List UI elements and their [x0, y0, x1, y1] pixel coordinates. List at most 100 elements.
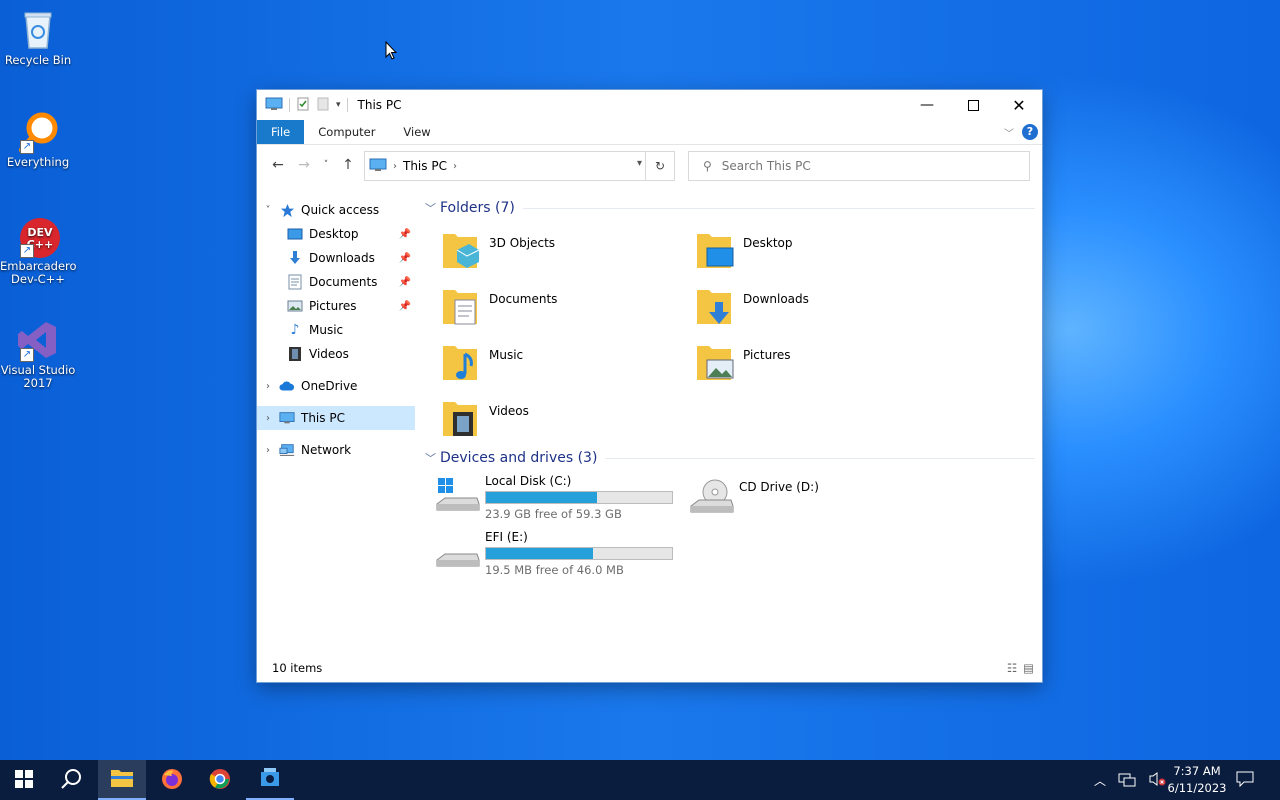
quick-access-toolbar: ▾ — [257, 97, 348, 114]
desktop-icon-everything[interactable]: ↗ Everything — [0, 110, 76, 169]
recent-locations-button[interactable]: ˅ — [317, 160, 335, 170]
drive-label: Local Disk (C:) — [485, 474, 572, 488]
search-input[interactable] — [719, 158, 1014, 174]
drive-free-space: 23.9 GB free of 59.3 GB — [485, 507, 622, 521]
nav-item-documents[interactable]: Documents 📌 — [257, 270, 415, 294]
folder-desktop[interactable]: Desktop — [693, 228, 943, 278]
expand-chevron-icon[interactable]: › — [257, 413, 279, 424]
drive-cd-d[interactable]: CD Drive (D:) — [689, 474, 819, 528]
clock-date: 6/11/2023 — [1167, 781, 1227, 795]
pin-icon[interactable]: 📌 — [399, 301, 411, 312]
magnifier-icon: ↗ — [16, 110, 60, 154]
up-button[interactable]: ↑ — [335, 157, 361, 173]
windows-logo-icon — [15, 769, 33, 791]
tab-file[interactable]: File — [257, 120, 305, 144]
forward-button[interactable]: → — [291, 157, 317, 173]
clock[interactable]: 7:37 AM 6/11/2023 — [1162, 763, 1232, 797]
back-button[interactable]: ← — [265, 157, 291, 173]
drive-label: CD Drive (D:) — [739, 480, 819, 494]
nav-item-downloads[interactable]: Downloads 📌 — [257, 246, 415, 270]
nav-item-pictures[interactable]: Pictures 📌 — [257, 294, 415, 318]
new-folder-icon[interactable] — [316, 97, 330, 114]
breadcrumb-this-pc[interactable]: This PC — [403, 159, 447, 173]
drive-efi-e[interactable]: EFI (E:) 19.5 MB free of 46.0 MB — [435, 530, 673, 584]
nav-item-music[interactable]: ♪ Music — [257, 318, 415, 342]
show-hidden-icons-chevron-icon[interactable]: ︿ — [1094, 772, 1106, 789]
folder-documents[interactable]: Documents — [439, 284, 689, 334]
pin-icon[interactable]: 📌 — [399, 277, 411, 288]
folder-videos[interactable]: Videos — [439, 396, 689, 446]
folder-3d-objects[interactable]: 3D Objects — [439, 228, 689, 278]
nav-label: Quick access — [301, 203, 380, 217]
arrow-right-icon: → — [298, 157, 310, 173]
tab-computer[interactable]: Computer — [304, 120, 389, 144]
search-button[interactable] — [48, 760, 96, 800]
address-bar[interactable]: › This PC › ▾ ↻ — [364, 151, 675, 181]
drive-usage-fill — [486, 548, 594, 559]
drive-local-disk-c[interactable]: Local Disk (C:) 23.9 GB free of 59.3 GB — [435, 474, 673, 528]
pin-icon[interactable]: 📌 — [399, 229, 411, 240]
folders-grid: 3D Objects Desktop Documents Downloads M… — [423, 218, 1035, 448]
pin-icon[interactable]: 📌 — [399, 253, 411, 264]
nav-item-desktop[interactable]: Desktop 📌 — [257, 222, 415, 246]
taskbar-firefox[interactable] — [148, 760, 196, 800]
close-button[interactable]: ✕ — [996, 90, 1042, 120]
expand-chevron-icon[interactable]: › — [257, 445, 279, 456]
desktop-icon-visual-studio[interactable]: ↗ Visual Studio 2017 — [0, 318, 76, 390]
drive-usage-fill — [486, 492, 598, 503]
desktop-icon-devcpp[interactable]: DEV C++ ↗ Embarcadero Dev-C++ — [0, 214, 77, 286]
group-title: Devices and drives (3) — [440, 450, 598, 466]
group-divider — [522, 207, 1035, 209]
group-header-folders[interactable]: ﹀ Folders (7) — [423, 198, 1035, 218]
details-view-icon[interactable]: ☷ — [1007, 661, 1017, 675]
network-status-icon[interactable] — [1118, 771, 1136, 790]
taskbar-chrome[interactable] — [196, 760, 244, 800]
large-icons-view-icon[interactable]: ▤ — [1023, 661, 1034, 675]
search-box[interactable]: ⚲ — [688, 151, 1030, 181]
window-title: This PC — [357, 98, 402, 112]
group-header-drives[interactable]: ﹀ Devices and drives (3) — [423, 448, 1035, 468]
address-dropdown-icon[interactable]: ▾ — [637, 158, 642, 169]
minimize-button[interactable]: — — [904, 90, 950, 120]
toolbar-separator — [289, 98, 290, 112]
nav-label: Desktop — [309, 227, 359, 241]
folder-pictures[interactable]: Pictures — [693, 340, 943, 390]
item-count: 10 items — [272, 661, 323, 675]
clock-time: 7:37 AM — [1173, 764, 1221, 778]
collapse-chevron-icon[interactable]: ﹀ — [425, 450, 436, 466]
drive-usage-bar — [485, 547, 673, 560]
content-pane: ﹀ Folders (7) 3D Objects Desktop Documen… — [423, 198, 1035, 648]
folder-music-icon — [439, 340, 483, 384]
notifications-icon[interactable] — [1236, 771, 1254, 790]
taskbar-app[interactable] — [246, 760, 294, 800]
expand-chevron-icon[interactable]: › — [257, 381, 279, 392]
title-bar[interactable]: ▾ This PC — ✕ — [257, 90, 1042, 120]
refresh-button[interactable]: ↻ — [645, 152, 674, 180]
nav-network[interactable]: › Network — [257, 438, 415, 462]
expand-ribbon-chevron-icon[interactable]: ﹀ — [1004, 125, 1014, 140]
nav-item-videos[interactable]: Videos — [257, 342, 415, 366]
maximize-button[interactable] — [950, 90, 996, 120]
tab-view[interactable]: View — [389, 120, 444, 144]
help-icon[interactable]: ? — [1022, 124, 1038, 140]
folder-music[interactable]: Music — [439, 340, 689, 390]
shortcut-arrow-icon: ↗ — [20, 244, 34, 258]
gear-app-icon — [258, 766, 282, 793]
breadcrumb-separator-icon[interactable]: › — [453, 161, 457, 172]
taskbar-file-explorer[interactable] — [98, 760, 146, 800]
customize-toolbar-chevron-icon[interactable]: ▾ — [336, 100, 341, 110]
visual-studio-icon: ↗ — [16, 318, 60, 362]
nav-this-pc[interactable]: › This PC — [257, 406, 415, 430]
breadcrumb-separator-icon[interactable]: › — [393, 161, 397, 172]
nav-quick-access[interactable]: ˅ Quick access — [257, 198, 415, 222]
properties-icon[interactable] — [296, 97, 310, 114]
minimize-icon: — — [920, 97, 934, 113]
collapse-chevron-icon[interactable]: ﹀ — [425, 200, 436, 216]
desktop-icon-recycle-bin[interactable]: Recycle Bin — [0, 8, 76, 67]
folder-downloads-icon — [693, 284, 737, 328]
nav-onedrive[interactable]: › OneDrive — [257, 374, 415, 398]
folder-downloads[interactable]: Downloads — [693, 284, 943, 334]
collapse-chevron-icon[interactable]: ˅ — [257, 205, 279, 216]
start-button[interactable] — [0, 760, 48, 800]
nav-label: Music — [309, 323, 344, 337]
